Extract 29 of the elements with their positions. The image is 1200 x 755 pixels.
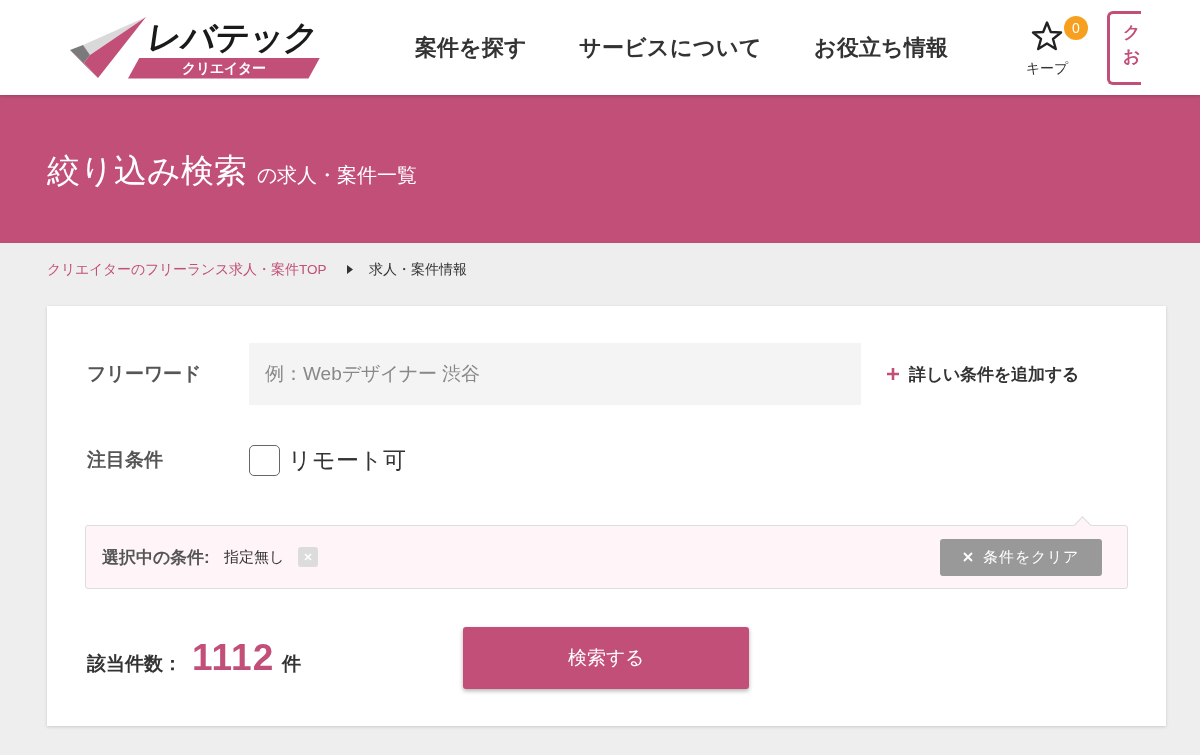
featured-label: 注目条件	[87, 448, 164, 472]
keep-count-badge: 0	[1064, 15, 1088, 40]
star-icon[interactable]	[1031, 19, 1063, 52]
result-count-unit: 件	[282, 652, 302, 676]
breadcrumb-link[interactable]: クリエイターのフリーランス求人・案件TOP	[47, 260, 327, 279]
add-conditions-link[interactable]: 詳しい条件を追加する	[887, 362, 1079, 386]
condition-text: 指定無し	[223, 547, 284, 567]
keep-label: キープ	[1026, 59, 1068, 78]
freeword-input[interactable]: 例：Webデザイナー 渋谷	[249, 343, 861, 405]
selected-conditions-label: 選択中の条件:	[102, 546, 210, 569]
breadcrumb-current: 求人・案件情報	[368, 260, 467, 279]
caret-icon	[346, 265, 353, 274]
page-title: 絞り込み検索	[47, 151, 247, 191]
logo-wordmark: レバテック	[145, 16, 322, 57]
close-icon	[963, 552, 973, 562]
result-count: 1112	[192, 637, 275, 679]
search-button[interactable]: 検索する	[463, 627, 749, 689]
page-subtitle: の求人・案件一覧	[257, 163, 417, 188]
nav-link[interactable]: 案件を探す	[415, 32, 527, 63]
freeword-label: フリーワード	[87, 362, 202, 386]
plus-icon	[887, 368, 899, 380]
checkbox[interactable]	[249, 444, 280, 476]
logo-tagline: クリエイター	[128, 57, 320, 79]
checkbox-label[interactable]: リモート可	[288, 444, 406, 476]
logo-icon[interactable]	[70, 16, 148, 79]
header-button[interactable]: ク お	[1107, 10, 1141, 85]
nav-link[interactable]: お役立ち情報	[814, 32, 948, 63]
nav-link[interactable]: サービスについて	[579, 32, 762, 63]
result-count-label: 該当件数：	[87, 652, 182, 676]
